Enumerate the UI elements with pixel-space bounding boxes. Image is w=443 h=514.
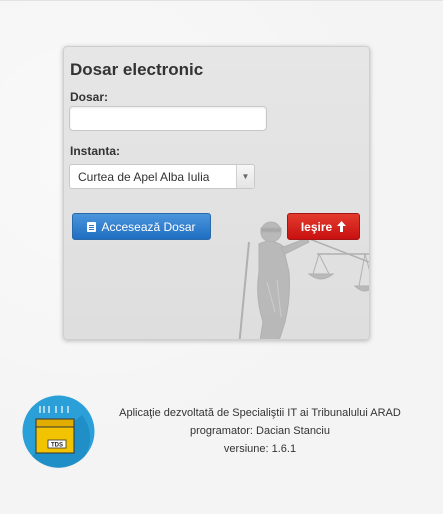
caret-down-icon[interactable]: ▼: [236, 165, 254, 188]
dosar-input[interactable]: [69, 106, 267, 131]
instanta-selected-value: Curtea de Apel Alba Iulia: [78, 169, 210, 184]
page-title: Dosar electronic: [70, 60, 204, 79]
dosar-label: Dosar:: [70, 90, 109, 104]
instanta-select[interactable]: Curtea de Apel Alba Iulia ▼: [69, 164, 255, 189]
footer: TDS Aplicaţie dezvoltată de Specialiştii…: [22, 393, 422, 473]
acceseaza-dosar-button[interactable]: Accesează Dosar: [72, 213, 211, 240]
logo-text: TDS: [51, 443, 63, 449]
iesire-label: Ieşire: [300, 219, 333, 234]
arrow-up-icon: [337, 221, 347, 232]
acceseaza-dosar-label: Accesează Dosar: [101, 219, 196, 234]
footer-line-developer: Aplicaţie dezvoltată de Specialiştii IT …: [119, 407, 401, 419]
login-panel: Dosar electronic Dosar: Instanta: Curtea…: [63, 46, 370, 340]
footer-credits: Aplicaţie dezvoltată de Specialiştii IT …: [100, 404, 420, 458]
iesire-button[interactable]: Ieşire: [287, 213, 360, 240]
tds-logo: TDS: [22, 395, 95, 468]
footer-line-version: versiune: 1.6.1: [223, 443, 297, 455]
instanta-label: Instanta:: [70, 144, 121, 158]
top-divider: [0, 0, 443, 1]
footer-line-programmer: programator: Dacian Stanciu: [189, 425, 330, 437]
document-icon: [87, 221, 97, 232]
